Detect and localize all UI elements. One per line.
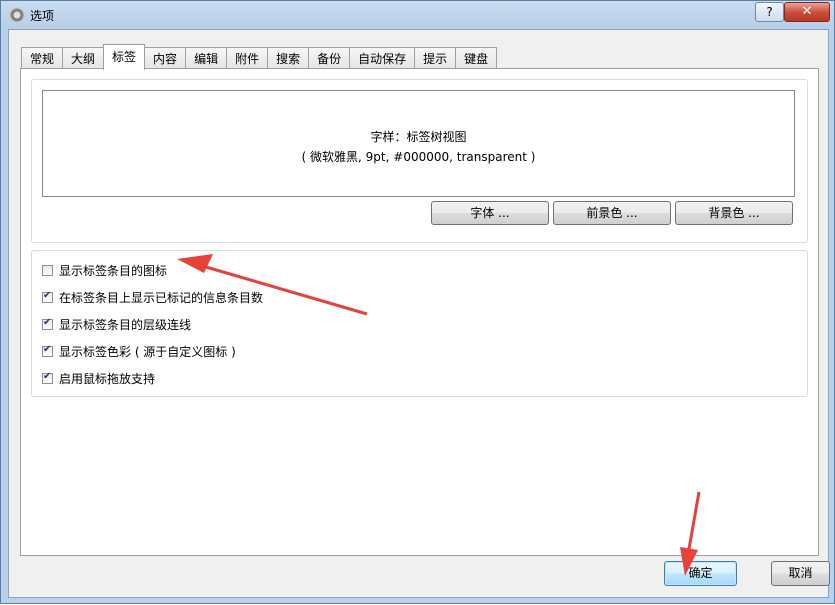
- foreground-color-button[interactable]: 前景色 ...: [553, 201, 671, 225]
- checkbox-show-count[interactable]: 在标签条目上显示已标记的信息条目数: [42, 288, 263, 306]
- tab-general[interactable]: 常规: [21, 47, 64, 70]
- checkbox-box[interactable]: [42, 290, 53, 303]
- ok-button[interactable]: 确定: [664, 561, 737, 586]
- checkbox-label: 显示标签色彩 ( 源于自定义图标 ): [59, 344, 236, 359]
- checkbox-show-icons[interactable]: 显示标签条目的图标: [42, 261, 167, 279]
- style-group: 字样：标签树视图 ( 微软雅黑, 9pt, #000000, transpare…: [31, 79, 808, 243]
- checkbox-box[interactable]: [42, 264, 53, 276]
- preview-caption: 字样：标签树视图: [370, 130, 467, 144]
- dialog-body: 常规 大纲 标签 内容 编辑 附件 搜索 备份 自动保存 提示 键盘 字样：标签…: [8, 29, 830, 598]
- checkbox-box[interactable]: [42, 371, 53, 384]
- font-button[interactable]: 字体 ...: [431, 201, 549, 225]
- tab-strip: 常规 大纲 标签 内容 编辑 附件 搜索 备份 自动保存 提示 键盘: [21, 44, 498, 70]
- help-button[interactable]: ?: [755, 2, 784, 22]
- checkbox-label: 在标签条目上显示已标记的信息条目数: [59, 290, 264, 305]
- tab-autosave[interactable]: 自动保存: [349, 47, 416, 70]
- tags-tab-panel: 字样：标签树视图 ( 微软雅黑, 9pt, #000000, transpare…: [20, 68, 819, 556]
- tag-options-group: 显示标签条目的图标 在标签条目上显示已标记的信息条目数 显示标签条目的层级连线 …: [31, 250, 808, 397]
- tab-search[interactable]: 搜索: [267, 47, 310, 70]
- checkbox-box[interactable]: [42, 344, 53, 357]
- tab-outline[interactable]: 大纲: [62, 47, 105, 70]
- close-button[interactable]: ✕: [784, 2, 830, 22]
- cancel-button[interactable]: 取消: [771, 561, 830, 586]
- tab-backup[interactable]: 备份: [308, 47, 351, 70]
- gear-icon: [9, 7, 25, 23]
- tab-tags[interactable]: 标签: [103, 44, 146, 70]
- tab-attachments[interactable]: 附件: [226, 47, 269, 70]
- checkbox-show-lines[interactable]: 显示标签条目的层级连线: [42, 315, 191, 333]
- style-preview: 字样：标签树视图 ( 微软雅黑, 9pt, #000000, transpare…: [42, 90, 795, 197]
- background-color-button[interactable]: 背景色 ...: [675, 201, 793, 225]
- options-dialog: 选项 ? ✕ 常规 大纲 标签 内容 编辑 附件 搜索 备份 自动保存 提示 键…: [0, 0, 835, 604]
- tab-keyboard[interactable]: 键盘: [455, 47, 498, 70]
- preview-details: ( 微软雅黑, 9pt, #000000, transparent ): [301, 150, 536, 164]
- checkbox-show-colors[interactable]: 显示标签色彩 ( 源于自定义图标 ): [42, 342, 236, 360]
- checkbox-box[interactable]: [42, 317, 53, 330]
- checkbox-drag-drop[interactable]: 启用鼠标拖放支持: [42, 369, 155, 387]
- tab-tips[interactable]: 提示: [414, 47, 457, 70]
- checkbox-label: 启用鼠标拖放支持: [59, 371, 156, 386]
- tab-edit[interactable]: 编辑: [185, 47, 228, 70]
- checkbox-label: 显示标签条目的层级连线: [59, 317, 192, 332]
- title-bar[interactable]: 选项 ? ✕: [1, 1, 834, 29]
- tab-content[interactable]: 内容: [144, 47, 187, 70]
- checkbox-label: 显示标签条目的图标: [59, 263, 168, 278]
- window-title: 选项: [30, 9, 55, 23]
